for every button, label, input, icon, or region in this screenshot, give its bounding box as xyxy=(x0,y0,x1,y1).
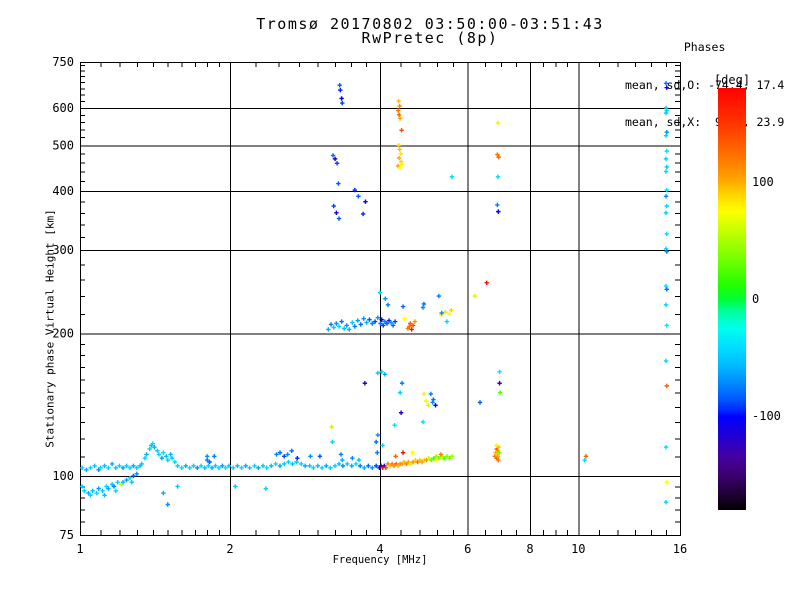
y-tick-label: 75 xyxy=(60,528,74,542)
tick-labels: 75 100 200 300 400 500 600 750 1 2 4 6 8 10 16 xyxy=(52,55,687,556)
gridlines xyxy=(80,62,680,535)
y-tick-label: 600 xyxy=(52,101,74,115)
x-tick-label: 1 xyxy=(76,542,83,556)
colorbar-tick-label: -100 xyxy=(752,409,781,423)
colorbar-unit-label: [deg] xyxy=(714,73,750,87)
x-tick-label: 8 xyxy=(526,542,533,556)
x-tick-label: 16 xyxy=(673,542,687,556)
scatter-plot-canvas: 75 100 200 300 400 500 600 750 1 2 4 6 8 10 16 [deg] 100… xyxy=(52,55,781,556)
colorbar-tick-label: 0 xyxy=(752,292,759,306)
colorbar xyxy=(718,88,746,510)
y-tick-label: 300 xyxy=(52,243,74,257)
y-tick-label: 750 xyxy=(52,55,74,69)
y-tick-label: 200 xyxy=(52,327,74,341)
scatter-points xyxy=(79,81,669,507)
x-tick-label: 4 xyxy=(376,542,383,556)
ionogram-screen: Tromsø 20170802 03:50:00-03:51:43 RwPrete… xyxy=(0,0,800,600)
colorbar-tick-label: 100 xyxy=(752,175,774,189)
y-tick-label: 500 xyxy=(52,138,74,152)
x-tick-label: 6 xyxy=(464,542,471,556)
y-tick-label: 400 xyxy=(52,184,74,198)
x-tick-label: 2 xyxy=(226,542,233,556)
y-tick-label: 100 xyxy=(52,469,74,483)
x-tick-label: 10 xyxy=(571,542,585,556)
